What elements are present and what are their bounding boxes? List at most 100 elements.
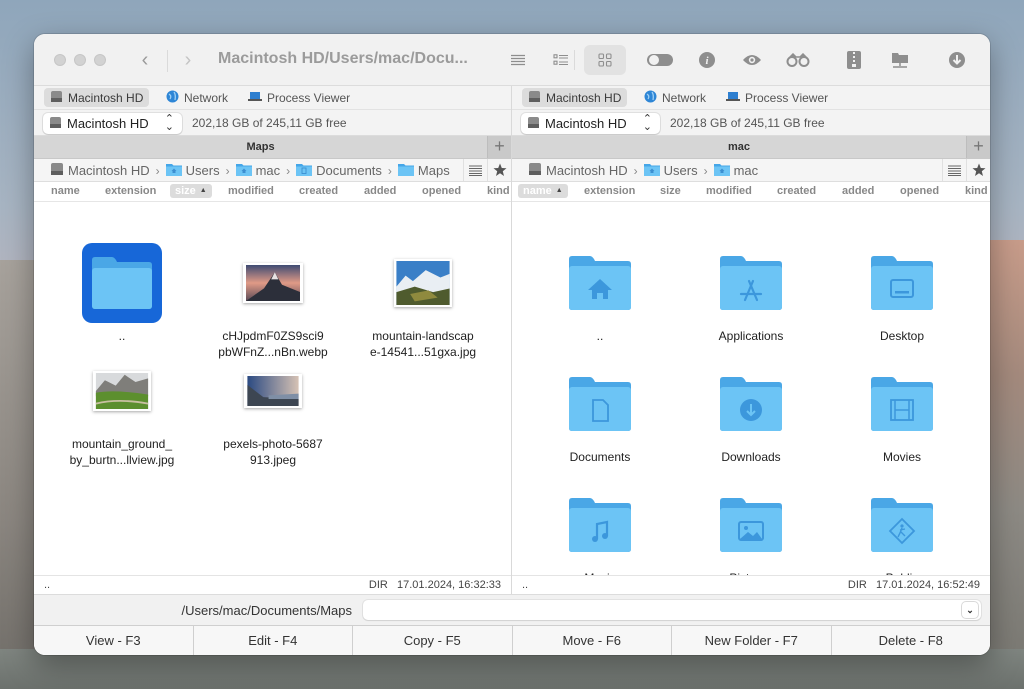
copy-button[interactable]: Copy - F5 (353, 626, 513, 655)
move-button[interactable]: Move - F6 (512, 626, 672, 655)
device-tab-macintosh-hd[interactable]: Macintosh HD (44, 88, 150, 107)
column-created[interactable]: created (777, 185, 816, 197)
folder-icon (92, 257, 152, 309)
folder-icon (569, 377, 631, 431)
add-tab-button[interactable]: + (487, 136, 511, 158)
zoom-window-button[interactable] (94, 54, 106, 66)
forward-button[interactable]: › (176, 48, 200, 72)
volume-select[interactable]: Macintosh HD ⌃ ⌄ (521, 113, 660, 134)
column-opened[interactable]: opened (422, 185, 461, 197)
folder-item-movies[interactable]: Movies (827, 363, 977, 465)
network-folder-icon[interactable] (886, 48, 914, 72)
device-tab-network[interactable]: Network (160, 88, 234, 107)
folder-item-desktop[interactable]: Desktop (827, 242, 977, 344)
folder-item-pictures[interactable]: Pictures (676, 484, 826, 586)
device-tab-process-viewer[interactable]: Process Viewer (242, 88, 356, 107)
column-added[interactable]: added (364, 185, 396, 197)
folder-item-music[interactable]: Music (525, 484, 675, 586)
hard-drive-icon (528, 162, 542, 179)
column-extension[interactable]: extension (105, 185, 156, 197)
chevron-right-icon: › (286, 163, 291, 178)
breadcrumb-maps[interactable]: Maps (418, 163, 450, 178)
back-button[interactable]: ‹ (133, 48, 157, 72)
device-tab-label: Process Viewer (745, 90, 829, 105)
tab-mac[interactable]: mac (512, 136, 966, 158)
minimize-window-button[interactable] (74, 54, 86, 66)
close-window-button[interactable] (54, 54, 66, 66)
tab-maps[interactable]: Maps (34, 136, 487, 158)
favorites-star-icon[interactable] (487, 159, 511, 181)
breadcrumb-users[interactable]: Users (664, 163, 698, 178)
grid-view-icon[interactable] (584, 45, 626, 75)
column-opened[interactable]: opened (900, 185, 939, 197)
command-input[interactable]: ⌄ (363, 600, 981, 620)
file-item-mountain-landscape[interactable]: mountain-landscap e-14541...51gxa.jpg (348, 242, 498, 360)
column-created[interactable]: created (299, 185, 338, 197)
device-tab-process-viewer[interactable]: Process Viewer (720, 88, 834, 107)
column-name[interactable]: name ▲ (518, 184, 568, 198)
chevron-right-icon: › (155, 163, 160, 178)
new-folder-button[interactable]: New Folder - F7 (672, 626, 832, 655)
breadcrumb-macintosh-hd[interactable]: Macintosh HD (546, 163, 628, 178)
device-tab-label: Network (184, 90, 229, 105)
laptop-icon (726, 91, 740, 105)
breadcrumb-mac[interactable]: mac (256, 163, 281, 178)
column-added[interactable]: added (842, 185, 874, 197)
breadcrumb-mac[interactable]: mac (734, 163, 759, 178)
device-tab-macintosh-hd[interactable]: Macintosh HD (522, 88, 628, 107)
file-item-parent[interactable]: .. (47, 242, 197, 344)
column-size[interactable]: size (660, 185, 681, 197)
column-label: size (175, 185, 196, 197)
breadcrumb-users[interactable]: Users (186, 163, 220, 178)
chevron-right-icon: › (387, 163, 392, 178)
list-menu-icon[interactable] (463, 159, 487, 181)
column-headers: name extension size ▲ modified created ad… (34, 182, 511, 202)
edit-button[interactable]: Edit - F4 (193, 626, 353, 655)
column-kind[interactable]: kind (487, 185, 510, 197)
favorites-star-icon[interactable] (966, 159, 990, 181)
folder-item-downloads[interactable]: Downloads (676, 363, 826, 465)
column-extension[interactable]: extension (584, 185, 635, 197)
folder-item-parent[interactable]: .. (525, 242, 675, 344)
sort-ascending-icon: ▲ (555, 187, 563, 195)
toggle-icon[interactable] (646, 48, 674, 72)
folder-item-public[interactable]: Public (827, 484, 977, 586)
sort-ascending-icon: ▲ (199, 187, 207, 195)
desktop-wallpaper-bottom (0, 649, 1024, 689)
history-dropdown-button[interactable]: ⌄ (962, 602, 978, 618)
column-kind[interactable]: kind (965, 185, 988, 197)
device-tab-label: Macintosh HD (68, 90, 144, 105)
binoculars-icon[interactable] (784, 48, 812, 72)
folder-icon (720, 498, 782, 552)
file-item-webp[interactable]: cHJpdmF0ZS9sci9 pbWFnZ...nBn.webp (198, 242, 348, 360)
status-selection: .. (522, 579, 529, 591)
volume-select[interactable]: Macintosh HD ⌃ ⌄ (43, 113, 182, 134)
list-menu-icon[interactable] (942, 159, 966, 181)
desktop-wallpaper-right (984, 240, 1024, 689)
preview-eye-icon[interactable] (738, 48, 766, 72)
column-modified[interactable]: modified (228, 185, 274, 197)
list-view-icon[interactable] (504, 48, 532, 72)
download-icon[interactable] (943, 48, 971, 72)
breadcrumb-documents[interactable]: Documents (316, 163, 382, 178)
status-bar: .. DIR 17.01.2024, 16:32:33 (34, 575, 511, 594)
detailed-list-icon[interactable] (547, 48, 575, 72)
file-item-pexels-photo[interactable]: pexels-photo-5687 913.jpeg (198, 350, 348, 468)
free-space-label: 202,18 GB of 245,11 GB free (192, 116, 347, 130)
folder-label: Desktop (879, 329, 925, 343)
archive-icon[interactable] (840, 48, 868, 72)
folder-item-applications[interactable]: Applications (676, 242, 826, 344)
device-tab-network[interactable]: Network (638, 88, 712, 107)
view-button[interactable]: View - F3 (34, 626, 194, 655)
breadcrumb-macintosh-hd[interactable]: Macintosh HD (68, 163, 150, 178)
add-tab-button[interactable]: + (966, 136, 990, 158)
file-label: .. (118, 329, 126, 343)
column-size[interactable]: size ▲ (170, 184, 212, 198)
hard-drive-icon (50, 90, 63, 106)
info-icon[interactable]: i (693, 48, 721, 72)
column-modified[interactable]: modified (706, 185, 752, 197)
file-item-mountain-ground[interactable]: mountain_ground_ by_burtn...llview.jpg (47, 350, 197, 468)
delete-button[interactable]: Delete - F8 (831, 626, 990, 655)
column-name[interactable]: name (51, 185, 80, 197)
folder-item-documents[interactable]: Documents (525, 363, 675, 465)
